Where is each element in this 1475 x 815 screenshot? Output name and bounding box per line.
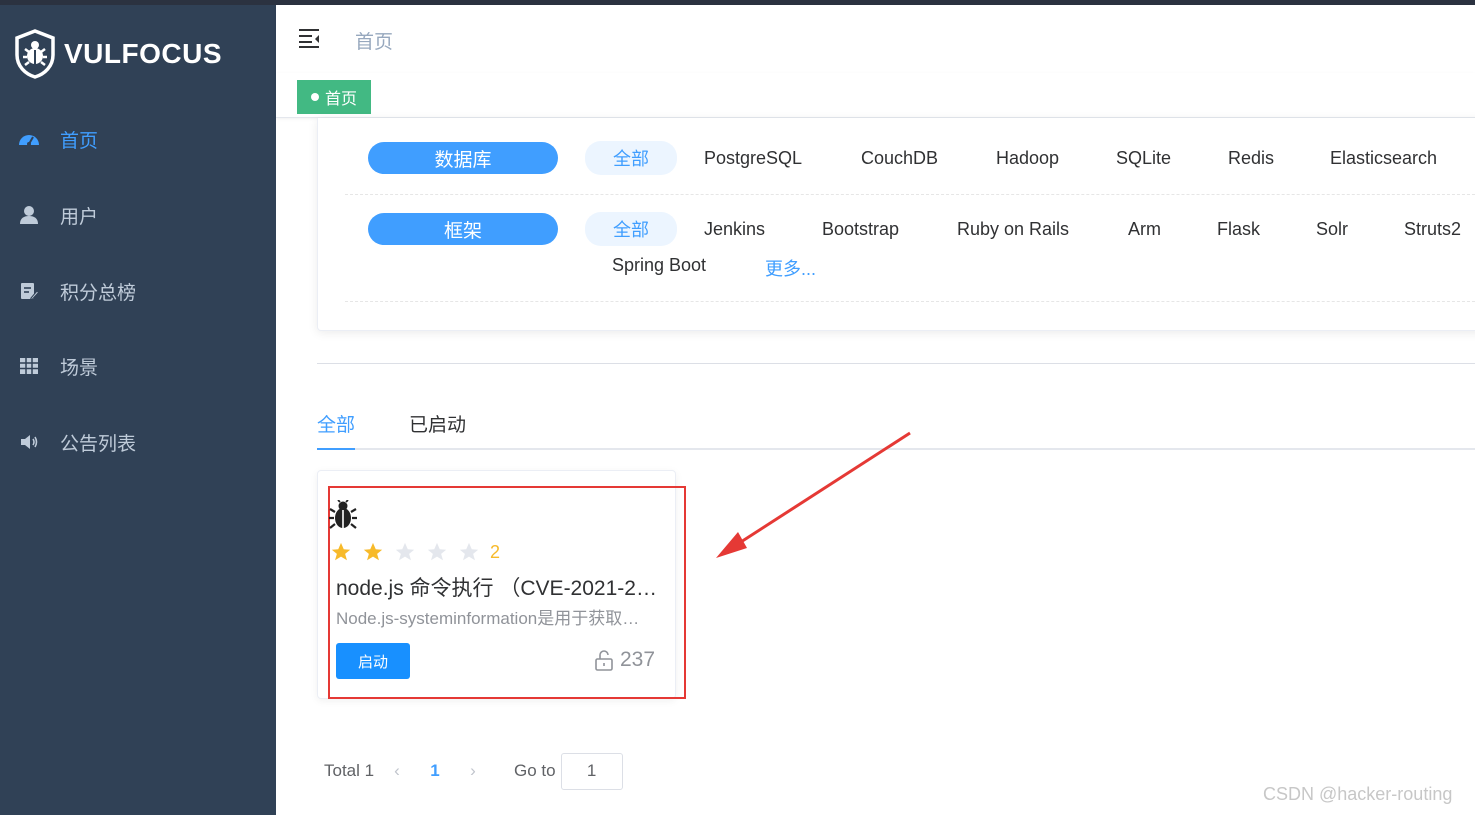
logo-text: VULFOCUS xyxy=(64,38,222,69)
bug-icon xyxy=(329,499,357,535)
divider xyxy=(317,363,1475,364)
annotation-arrow-icon xyxy=(716,431,911,558)
filter-option[interactable]: Solr xyxy=(1316,219,1348,240)
filter-option[interactable]: Bootstrap xyxy=(822,219,899,240)
divider xyxy=(345,194,1475,195)
star-icon[interactable] xyxy=(426,541,448,563)
sidebar: VULFOCUS 首页 用户 积分总榜 场景 公告列表 xyxy=(0,5,276,815)
count-value: 237 xyxy=(620,648,656,671)
next-page-icon[interactable]: › xyxy=(460,756,486,786)
page-number[interactable]: 1 xyxy=(410,761,460,781)
prev-page-icon[interactable]: ‹ xyxy=(384,756,410,786)
sidebar-item-label: 用户 xyxy=(60,206,99,228)
tag-home[interactable]: 首页 xyxy=(297,80,371,114)
filter-option[interactable]: Elasticsearch xyxy=(1330,148,1437,169)
filter-option[interactable]: Redis xyxy=(1228,148,1274,169)
rating: 2 xyxy=(330,541,500,563)
more-link[interactable]: 更多... xyxy=(765,255,816,281)
sidebar-item-label: 首页 xyxy=(60,130,99,152)
pagination-total: Total 1 xyxy=(324,761,375,780)
filter-option[interactable]: Arm xyxy=(1128,219,1161,240)
grid-icon xyxy=(18,355,40,377)
navbar: 首页 xyxy=(276,5,1475,73)
filter-option[interactable]: SQLite xyxy=(1116,148,1171,169)
divider xyxy=(345,301,1475,302)
star-icon[interactable] xyxy=(458,541,480,563)
active-dot-icon xyxy=(310,93,319,101)
hamburger-icon[interactable] xyxy=(298,27,320,54)
sidebar-item-announcements[interactable]: 公告列表 xyxy=(0,404,276,480)
edit-doc-icon xyxy=(18,280,40,302)
filter-option-all[interactable]: 全部 xyxy=(585,141,677,175)
unlock-icon xyxy=(595,650,613,671)
shield-bug-icon xyxy=(15,29,55,79)
breadcrumb: 首页 xyxy=(355,32,394,53)
goto-input[interactable] xyxy=(560,752,623,790)
category-framework[interactable]: 框架 xyxy=(368,213,558,245)
vuln-title: node.js 命令执行 （CVE-2021-21315） xyxy=(336,577,660,600)
sidebar-item-label: 积分总榜 xyxy=(60,282,137,304)
filter-option[interactable]: Ruby on Rails xyxy=(957,219,1069,240)
tab-active-indicator xyxy=(317,448,355,450)
tab-all[interactable]: 全部 xyxy=(317,410,355,437)
filter-option[interactable]: CouchDB xyxy=(861,148,938,169)
star-icon[interactable] xyxy=(394,541,416,563)
sidebar-item-label: 场景 xyxy=(60,357,99,379)
sidebar-item-rankings[interactable]: 积分总榜 xyxy=(0,253,276,329)
start-button[interactable]: 启动 xyxy=(336,643,410,679)
dashboard-icon xyxy=(18,128,40,150)
speaker-icon xyxy=(18,431,40,453)
star-icon[interactable] xyxy=(362,541,384,563)
logo[interactable]: VULFOCUS xyxy=(14,29,222,79)
filter-option-all[interactable]: 全部 xyxy=(585,212,677,246)
goto-label: Go to xyxy=(514,761,556,780)
vuln-description: Node.js-systeminformation是用于获取各种系统信息的Nod… xyxy=(336,609,654,628)
filter-option[interactable]: Hadoop xyxy=(996,148,1059,169)
sidebar-item-label: 公告列表 xyxy=(60,433,137,455)
download-count: 237 xyxy=(594,648,655,672)
category-database[interactable]: 数据库 xyxy=(368,142,558,174)
sidebar-item-users[interactable]: 用户 xyxy=(0,177,276,253)
watermark: CSDN @hacker-routing xyxy=(1263,784,1453,804)
filter-option[interactable]: Struts2 xyxy=(1404,219,1461,240)
filter-option[interactable]: Jenkins xyxy=(704,219,765,240)
filter-option[interactable]: Flask xyxy=(1217,219,1260,240)
filter-option[interactable]: PostgreSQL xyxy=(704,148,802,169)
rating-value: 2 xyxy=(490,541,501,562)
tag-label: 首页 xyxy=(324,91,357,108)
sidebar-item-scenes[interactable]: 场景 xyxy=(0,328,276,404)
tab-started[interactable]: 已启动 xyxy=(409,410,466,437)
tags-view: 首页 xyxy=(276,73,1475,118)
pagination: Total 1 ‹ 1 › Go to xyxy=(324,752,623,790)
star-icon[interactable] xyxy=(330,541,352,563)
filter-card: 数据库 全部 PostgreSQL CouchDB Hadoop SQLite … xyxy=(317,118,1475,331)
filter-option[interactable]: Spring Boot xyxy=(612,255,706,276)
user-icon xyxy=(18,204,40,226)
sidebar-item-home[interactable]: 首页 xyxy=(0,101,276,177)
